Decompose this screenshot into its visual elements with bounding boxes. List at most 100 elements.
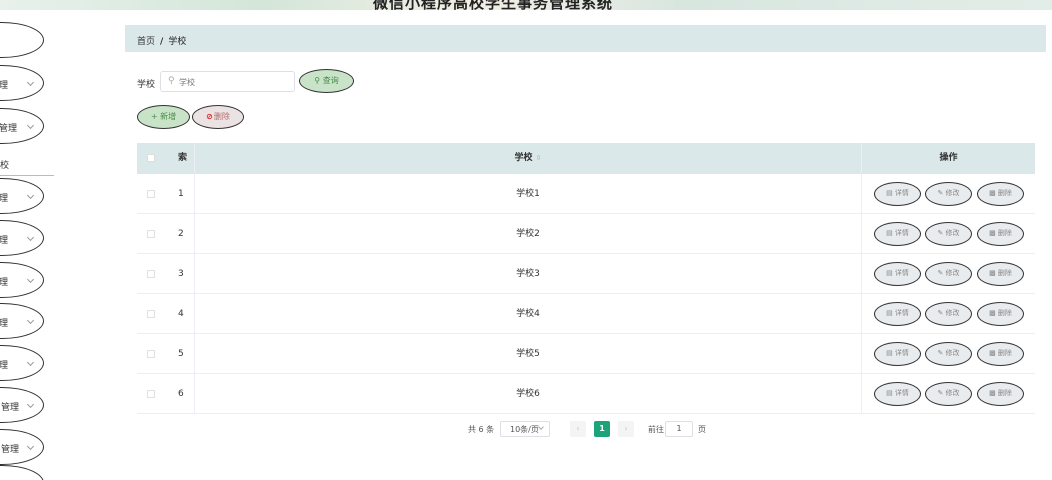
delete-button[interactable]: ▩ 删除 [977, 302, 1024, 326]
detail-button[interactable]: ▤ 详情 [874, 222, 921, 246]
pencil-icon: ✎ [937, 189, 944, 197]
row-index: 6 [178, 389, 184, 399]
detail-button[interactable]: ▤ 详情 [874, 182, 921, 206]
sidebar-divider [0, 175, 54, 176]
edit-button[interactable]: ✎ 修改 [925, 382, 972, 406]
pencil-icon: ✎ [937, 229, 944, 237]
search-field[interactable]: ⚲ [160, 71, 295, 92]
row-checkbox[interactable] [147, 270, 155, 278]
table-row: 6 学校6 ▤ 详情 ✎ 修改 ▩ 删除 [137, 374, 1035, 414]
delete-button[interactable]: ▩ 删除 [977, 382, 1024, 406]
trash-icon: ▩ [989, 189, 996, 197]
row-index: 4 [178, 309, 184, 319]
sidebar-item-4[interactable]: 理 [0, 178, 44, 214]
page-number-current[interactable]: 1 [594, 421, 610, 437]
table-header: 索引 学校⇳ 操作 [137, 143, 1035, 194]
edit-button[interactable]: ✎ 修改 [925, 222, 972, 246]
add-button[interactable]: + 新增 [137, 105, 190, 129]
sidebar-item-7[interactable]: 理 [0, 303, 44, 339]
goto-page-input[interactable]: 1 [665, 421, 693, 437]
chevron-down-icon [26, 233, 35, 242]
app-header: 微信小程序高校学生事务管理系统 [0, 0, 1052, 10]
data-table: 索引 学校⇳ 操作 1 学校1 ▤ 详情 ✎ 修改 ▩ 删除 2 学校2 ▤ 详… [137, 143, 1035, 414]
sidebar-item-9[interactable]: 管理 [0, 387, 44, 423]
row-school: 学校3 [195, 254, 862, 293]
next-page-button[interactable]: › [618, 421, 634, 437]
sidebar-item-6[interactable]: 理 [0, 262, 44, 298]
document-icon: ▤ [886, 389, 893, 397]
chevron-down-icon [26, 316, 35, 325]
row-school: 学校4 [195, 294, 862, 333]
trash-icon: ▩ [989, 309, 996, 317]
row-checkbox[interactable] [147, 230, 155, 238]
no-entry-icon: ⊘ [206, 112, 213, 121]
sidebar-item-school-management[interactable]: 管理 [0, 108, 44, 144]
pencil-icon: ✎ [937, 269, 944, 277]
row-index: 3 [178, 269, 184, 279]
detail-button[interactable]: ▤ 详情 [874, 262, 921, 286]
detail-button[interactable]: ▤ 详情 [874, 342, 921, 366]
pagination-total: 共 6 条 [468, 425, 495, 434]
row-school: 学校1 [195, 174, 862, 213]
table-row: 1 学校1 ▤ 详情 ✎ 修改 ▩ 删除 [137, 174, 1035, 214]
table-row: 3 学校3 ▤ 详情 ✎ 修改 ▩ 删除 [137, 254, 1035, 294]
sidebar-item-10[interactable]: 管理 [0, 429, 44, 465]
detail-button[interactable]: ▤ 详情 [874, 382, 921, 406]
sidebar: 理 管理 校 理 理 理 理 理 管理 管理 管理 [0, 10, 118, 480]
edit-button[interactable]: ✎ 修改 [925, 302, 972, 326]
column-header-ops: 操作 [939, 153, 958, 163]
prev-page-button[interactable]: ‹ [570, 421, 586, 437]
row-school: 学校6 [195, 374, 862, 413]
sidebar-item-1[interactable]: 理 [0, 65, 44, 101]
pencil-icon: ✎ [937, 309, 944, 317]
goto-label: 前往 [648, 425, 664, 434]
sort-icon[interactable]: ⇳ [536, 154, 542, 162]
column-header-school[interactable]: 学校 [515, 153, 533, 163]
delete-button[interactable]: ▩ 删除 [977, 222, 1024, 246]
search-input[interactable] [179, 75, 289, 89]
sidebar-item-home[interactable] [0, 22, 44, 58]
search-label: 学校 [137, 80, 156, 90]
row-school: 学校5 [195, 334, 862, 373]
delete-button[interactable]: ▩ 删除 [977, 342, 1024, 366]
pencil-icon: ✎ [937, 389, 944, 397]
edit-button[interactable]: ✎ 修改 [925, 342, 972, 366]
chevron-down-icon [26, 191, 35, 200]
row-index: 5 [178, 349, 184, 359]
select-all-checkbox[interactable] [147, 154, 155, 162]
table-row: 2 学校2 ▤ 详情 ✎ 修改 ▩ 删除 [137, 214, 1035, 254]
sidebar-subitem-school[interactable]: 校 [0, 158, 54, 171]
breadcrumb-home[interactable]: 首页 [137, 37, 155, 47]
breadcrumb-separator: / [160, 37, 164, 47]
document-icon: ▤ [886, 349, 893, 357]
edit-button[interactable]: ✎ 修改 [925, 262, 972, 286]
sidebar-item-5[interactable]: 理 [0, 220, 44, 256]
delete-button[interactable]: ▩ 删除 [977, 182, 1024, 206]
row-school: 学校2 [195, 214, 862, 253]
row-checkbox[interactable] [147, 350, 155, 358]
page-size-select[interactable]: 10条/页 [500, 421, 550, 437]
row-checkbox[interactable] [147, 390, 155, 398]
batch-delete-button[interactable]: ⊘删除 [192, 105, 244, 129]
detail-button[interactable]: ▤ 详情 [874, 302, 921, 326]
sidebar-item-11[interactable]: 管理 [0, 465, 44, 480]
chevron-down-icon [26, 275, 35, 284]
delete-button[interactable]: ▩ 删除 [977, 262, 1024, 286]
row-index: 2 [178, 229, 184, 239]
app-title: 微信小程序高校学生事务管理系统 [373, 0, 614, 10]
row-index: 1 [178, 189, 184, 199]
trash-icon: ▩ [989, 269, 996, 277]
chevron-down-icon [26, 442, 35, 451]
table-row: 5 学校5 ▤ 详情 ✎ 修改 ▩ 删除 [137, 334, 1035, 374]
chevron-down-icon [26, 358, 35, 367]
document-icon: ▤ [886, 309, 893, 317]
search-icon: ⚲ [168, 76, 175, 86]
edit-button[interactable]: ✎ 修改 [925, 182, 972, 206]
search-button[interactable]: ⚲ 查询 [299, 69, 354, 93]
trash-icon: ▩ [989, 389, 996, 397]
row-checkbox[interactable] [147, 190, 155, 198]
sidebar-item-8[interactable]: 理 [0, 345, 44, 381]
chevron-down-icon [26, 400, 35, 409]
row-checkbox[interactable] [147, 310, 155, 318]
table-row: 4 学校4 ▤ 详情 ✎ 修改 ▩ 删除 [137, 294, 1035, 334]
